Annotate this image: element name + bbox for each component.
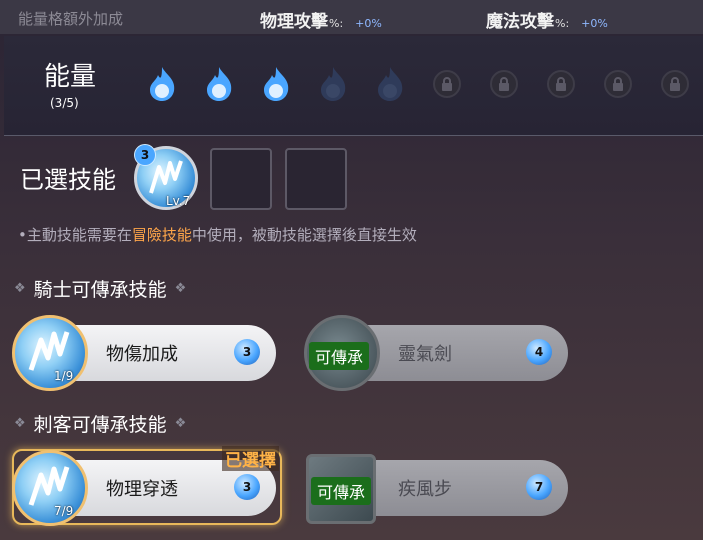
skill-card-physical-damage[interactable]: 1/9 物傷加成 3 (12, 315, 276, 391)
inheritable-badge: 可傳承 (309, 342, 370, 370)
skill-usage-note: •主動技能需要在冒險技能中使用，被動技能選擇後直接生效 (18, 226, 417, 244)
physical-attack-value: +0% (355, 17, 382, 30)
lock-icon (427, 64, 467, 104)
selected-skill-slot-3[interactable] (285, 148, 347, 210)
magic-attack-label: 魔法攻擊 (486, 12, 554, 32)
lock-icon (484, 64, 524, 104)
energy-cost-badge: 4 (526, 339, 552, 365)
magic-attack-stat: 魔法攻擊 %: +0% (486, 7, 608, 32)
sword-skill-icon: 可傳承 (304, 315, 380, 391)
skill-card-wind-step[interactable]: 可傳承 疾風步 7 (306, 454, 568, 524)
diamond-icon: ❖ (14, 281, 26, 296)
skill-icon-frame: 7/9 (12, 450, 88, 526)
energy-flame-icon (142, 64, 182, 104)
energy-flame-icon (256, 64, 296, 104)
skill-name: 物理穿透 (106, 479, 178, 500)
lightning-skill-icon (12, 450, 88, 526)
lightning-skill-icon (12, 315, 88, 391)
skill-count: 1/9 (54, 369, 74, 383)
energy-bonus-bar: 能量格額外加成 物理攻擊 %: +0% 魔法攻擊 %: +0% (0, 0, 703, 34)
lock-icon (598, 64, 638, 104)
lock-icon (655, 64, 695, 104)
physical-attack-stat: 物理攻擊 %: +0% (260, 7, 382, 32)
skill-name: 物傷加成 (106, 344, 178, 365)
selected-badge: 已選擇 (222, 446, 279, 471)
inheritable-badge: 可傳承 (311, 477, 372, 505)
skill-level: Lv.7 (166, 194, 191, 208)
energy-bonus-label: 能量格額外加成 (18, 10, 124, 28)
diamond-icon: ❖ (174, 416, 187, 431)
energy-cost-badge: 3 (234, 474, 260, 500)
energy-flame-icon (199, 64, 239, 104)
energy-cost-badge: 3 (234, 339, 260, 365)
skill-name: 疾風步 (398, 479, 452, 500)
selected-skill-slot-1[interactable]: 3 Lv.7 (134, 144, 198, 210)
skill-count: 7/9 (54, 504, 74, 518)
energy-flame-empty-icon (313, 64, 353, 104)
knight-section-title: ❖ 騎士可傳承技能 ❖ (14, 279, 187, 301)
energy-title: 能量 (44, 62, 97, 92)
boot-skill-icon: 可傳承 (306, 454, 376, 524)
energy-panel: 能量 (3/5) (4, 36, 703, 136)
skill-card-aura-sword[interactable]: 可傳承 靈氣劍 4 (304, 315, 568, 391)
diamond-icon: ❖ (14, 416, 26, 431)
selected-skill-slot-2[interactable] (210, 148, 272, 210)
physical-attack-label: 物理攻擊 (260, 12, 328, 32)
energy-flame-empty-icon (370, 64, 410, 104)
assassin-section-title: ❖ 刺客可傳承技能 ❖ (14, 414, 187, 436)
energy-count: (3/5) (50, 96, 79, 110)
skill-name: 靈氣劍 (398, 344, 452, 365)
diamond-icon: ❖ (174, 281, 187, 296)
energy-cost-badge: 7 (526, 474, 552, 500)
selected-skills-title: 已選技能 (20, 166, 116, 194)
lock-icon (541, 64, 581, 104)
energy-cost-badge: 3 (134, 144, 156, 166)
magic-attack-value: +0% (581, 17, 608, 30)
adventure-skill-link: 冒險技能 (131, 226, 192, 244)
skill-icon-frame: 1/9 (12, 315, 88, 391)
